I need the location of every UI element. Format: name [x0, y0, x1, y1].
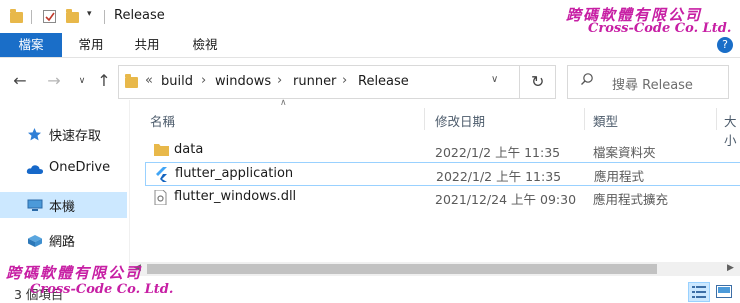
- folder-icon: [10, 9, 23, 23]
- star-icon: [27, 127, 42, 146]
- address-bar[interactable]: « build › windows › runner › Release ∨ ↻: [118, 65, 556, 99]
- customize-toolbar-chevron-icon[interactable]: ▾: [87, 9, 92, 19]
- breadcrumb-separator-icon[interactable]: ›: [342, 73, 347, 88]
- navigation-pane: 快速存取 OneDrive 本機 網路: [0, 115, 127, 260]
- file-name: flutter_windows.dll: [174, 189, 297, 204]
- forward-arrow-icon[interactable]: →: [44, 71, 64, 91]
- column-divider[interactable]: [716, 108, 717, 130]
- file-modified: 2022/1/2 上午 11:35: [436, 169, 562, 184]
- column-header-type[interactable]: 類型: [593, 111, 618, 130]
- up-arrow-icon[interactable]: ↑: [94, 71, 114, 91]
- watermark-company-cn: 跨碼軟體有限公司: [6, 264, 143, 282]
- ribbon-tabs: 檔案 常用 共用 檢視 ?: [0, 33, 740, 58]
- network-icon: [27, 234, 43, 252]
- tab-view[interactable]: 檢視: [190, 33, 220, 57]
- search-input[interactable]: 搜尋 Release: [612, 74, 693, 93]
- help-icon[interactable]: ?: [717, 37, 733, 53]
- address-dropdown-chevron-icon[interactable]: ∨: [491, 74, 498, 85]
- file-modified: 2022/1/2 上午 11:35: [435, 145, 561, 160]
- file-row[interactable]: data 2022/1/2 上午 11:35 檔案資料夾: [146, 139, 740, 162]
- divider: [519, 66, 520, 98]
- breadcrumb-release[interactable]: Release: [358, 74, 409, 89]
- breadcrumb-build[interactable]: build: [161, 74, 193, 89]
- back-arrow-icon[interactable]: ←: [10, 71, 30, 91]
- scroll-right-arrow-icon[interactable]: ▶: [727, 263, 734, 273]
- large-icons-view-icon[interactable]: [714, 282, 734, 300]
- separator: [104, 10, 105, 24]
- column-header-name[interactable]: 名稱: [150, 111, 175, 130]
- file-type: 應用程式擴充: [593, 192, 669, 207]
- column-header-modified[interactable]: 修改日期: [435, 111, 485, 130]
- search-box[interactable]: 搜尋 Release: [567, 65, 729, 99]
- breadcrumb-overflow[interactable]: «: [145, 73, 153, 88]
- breadcrumb-separator-icon[interactable]: ›: [277, 73, 282, 88]
- file-modified: 2021/12/24 上午 09:30: [435, 192, 577, 207]
- tab-share[interactable]: 共用: [132, 33, 162, 57]
- nav-item-label: 本機: [49, 200, 76, 215]
- horizontal-scrollbar[interactable]: ◀ ▶: [130, 262, 740, 276]
- breadcrumb-runner[interactable]: runner: [293, 74, 336, 89]
- nav-item-network[interactable]: 網路: [0, 227, 127, 253]
- column-divider[interactable]: [584, 108, 585, 130]
- separator: [31, 10, 32, 24]
- nav-item-quick-access[interactable]: 快速存取: [0, 121, 127, 147]
- details-view-icon[interactable]: [688, 282, 710, 302]
- nav-item-label: 網路: [49, 235, 76, 250]
- title-bar: ▾ Release 跨碼軟體有限公司 Cross-Code Co. Ltd.: [0, 0, 740, 36]
- file-name: data: [174, 142, 204, 157]
- new-folder-icon[interactable]: [66, 9, 79, 23]
- scrollbar-thumb[interactable]: [147, 264, 657, 274]
- pane-splitter[interactable]: [129, 100, 130, 280]
- file-type: 檔案資料夾: [593, 145, 656, 160]
- flutter-icon: [155, 167, 168, 186]
- nav-item-label: OneDrive: [49, 160, 111, 175]
- watermark-company-en: Cross-Code Co. Ltd.: [30, 282, 174, 297]
- folder-icon: [125, 74, 138, 88]
- recent-locations-chevron-icon[interactable]: ∨: [72, 71, 92, 91]
- properties-icon[interactable]: [43, 10, 56, 23]
- folder-icon: [154, 143, 169, 160]
- nav-item-this-pc[interactable]: 本機: [0, 192, 127, 218]
- search-icon: [580, 72, 594, 90]
- column-header-row: ∧ 名稱 修改日期 類型 大小: [130, 98, 740, 148]
- tab-home[interactable]: 常用: [76, 33, 106, 57]
- file-type: 應用程式: [594, 169, 645, 184]
- sort-ascending-icon: ∧: [280, 98, 287, 108]
- navigation-row: ← → ∨ ↑ « build › windows › runner › Rel…: [0, 63, 740, 99]
- refresh-icon[interactable]: ↻: [531, 72, 544, 91]
- nav-item-onedrive[interactable]: OneDrive: [0, 156, 127, 182]
- file-name: flutter_application: [175, 166, 294, 181]
- breadcrumb-windows[interactable]: windows: [215, 74, 271, 89]
- nav-item-label: 快速存取: [49, 129, 102, 144]
- file-row[interactable]: flutter_windows.dll 2021/12/24 上午 09:30 …: [146, 186, 740, 209]
- computer-icon: [27, 199, 43, 216]
- window-title: Release: [114, 8, 165, 23]
- file-row[interactable]: flutter_application 2022/1/2 上午 11:35 應用…: [145, 162, 740, 186]
- breadcrumb-separator-icon[interactable]: ›: [201, 73, 206, 88]
- tab-file[interactable]: 檔案: [0, 33, 62, 57]
- column-divider[interactable]: [424, 108, 425, 130]
- dll-file-icon: [154, 189, 167, 209]
- cloud-icon: [26, 164, 44, 179]
